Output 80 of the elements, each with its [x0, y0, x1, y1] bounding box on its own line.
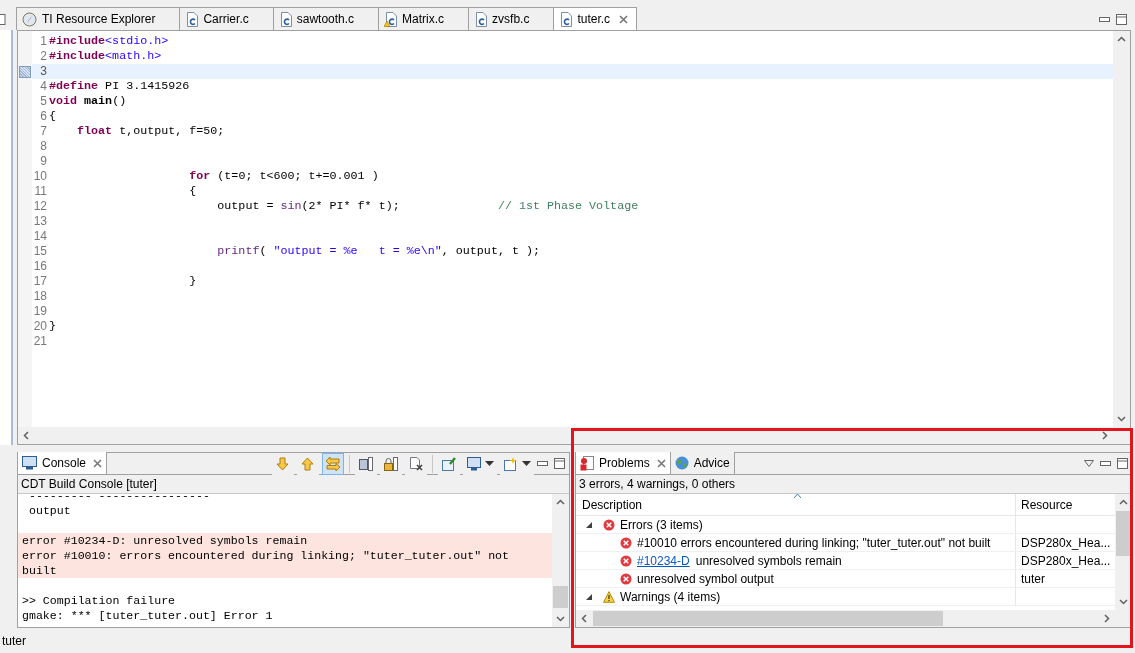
- maximize-icon[interactable]: [554, 458, 565, 469]
- up-arrow-icon: [300, 455, 316, 472]
- code-line: {: [49, 109, 56, 124]
- down-arrow-icon: [275, 455, 291, 472]
- minimize-icon[interactable]: [1100, 461, 1112, 466]
- swap-arrows-button[interactable]: [322, 452, 344, 475]
- c-file-icon: [559, 11, 573, 27]
- c-file-warning-icon: [384, 11, 398, 27]
- console-title: CDT Build Console [tuter]: [21, 476, 157, 493]
- editor-tab[interactable]: Carrier.c: [179, 7, 274, 30]
- error-icon: [620, 536, 632, 549]
- warning-icon: [603, 590, 615, 603]
- globe-icon: [674, 456, 689, 470]
- code-line: printf( "output = %e t = %e\n", output, t );: [216, 244, 540, 259]
- code-line: #include<math.h>: [49, 49, 162, 64]
- console-tab[interactable]: Console: [18, 452, 108, 474]
- code-line: for (t=0; t<600; t+=0.001 ): [188, 169, 379, 184]
- minimize-icon[interactable]: [537, 461, 548, 466]
- resource-cell-text: DSP280x_Hea...: [1021, 552, 1111, 570]
- caret-icon: [485, 461, 494, 466]
- console-line: gmake: *** [tuter_tuter.out] Error 1: [21, 608, 274, 623]
- new-console-icon: [503, 455, 519, 472]
- column-header[interactable]: Description: [576, 494, 1016, 515]
- close-icon[interactable]: [656, 458, 666, 468]
- c-file-icon: [278, 11, 292, 27]
- code-line: #define PI 3.1415926: [49, 79, 190, 94]
- error-icon: [620, 554, 632, 567]
- resource-cell-text: DSP280x_Hea...: [1021, 534, 1111, 552]
- minimize-icon[interactable]: [1099, 16, 1110, 22]
- panel-tab[interactable]: Problems: [576, 452, 671, 474]
- scrollbar-thumb[interactable]: [553, 586, 568, 608]
- lock-icon: [383, 455, 399, 472]
- group-label: Errors (3 items): [620, 516, 703, 534]
- swap-arrows-icon: [325, 455, 341, 472]
- close-icon[interactable]: [93, 458, 103, 468]
- code-line: void main(): [49, 94, 127, 109]
- code-line: output = sin(2* PI* f* t); // 1st Phase Voltage: [216, 199, 639, 214]
- monitor-icon: [22, 456, 37, 470]
- scrollbar-thumb[interactable]: [593, 611, 943, 626]
- expanded-arrow-icon[interactable]: [586, 521, 592, 528]
- c-file-icon: [474, 11, 488, 27]
- status-text: tuter: [2, 632, 26, 650]
- problem-description: #10234-D unresolved symbols remain: [637, 552, 842, 570]
- problems-summary: 3 errors, 4 warnings, 0 others: [579, 476, 736, 493]
- save-icon: [358, 455, 374, 472]
- resource-cell-text: tuter: [1021, 570, 1045, 588]
- console-line: output: [27, 503, 72, 518]
- error-icon: [603, 518, 615, 531]
- editor-tab[interactable]: Matrix.c: [378, 7, 470, 30]
- group-label: Warnings (4 items): [620, 588, 721, 606]
- maximize-icon[interactable]: [1117, 458, 1129, 469]
- problem-description: unresolved symbol output: [637, 570, 774, 588]
- editor-tab[interactable]: tuter.c: [553, 7, 638, 30]
- code-line: float t,output, f=50;: [76, 124, 225, 139]
- c-file-icon: [185, 11, 199, 27]
- column-header[interactable]: Resource: [1016, 494, 1116, 515]
- caret-icon: [522, 461, 531, 466]
- expanded-arrow-icon[interactable]: [586, 593, 592, 600]
- problem-link[interactable]: #10234-D: [637, 553, 690, 568]
- pin-icon: [441, 455, 457, 472]
- problem-description: #10010 errors encountered during linking; "tuter_tuter.out" not built: [637, 534, 991, 552]
- console-line: >> Compilation failure: [21, 593, 177, 608]
- problems-icon: [580, 455, 594, 471]
- code-line: }: [188, 274, 197, 289]
- editor-tab[interactable]: TI Resource Explorer: [16, 7, 181, 30]
- code-line: {: [188, 184, 197, 199]
- annotation-marker: [19, 65, 31, 78]
- maximize-icon[interactable]: [1116, 13, 1127, 25]
- editor-tab[interactable]: sawtooth.c: [272, 7, 380, 30]
- code-line: }: [49, 319, 56, 334]
- error-icon: [620, 572, 632, 585]
- view-menu-icon[interactable]: [1084, 460, 1095, 467]
- close-icon[interactable]: [619, 14, 629, 24]
- editor-tab[interactable]: zvsfb.c: [468, 7, 555, 30]
- restore-icon[interactable]: [0, 13, 6, 25]
- clear-icon: [408, 455, 424, 472]
- code-line: #include<stdio.h>: [49, 34, 169, 49]
- compass-icon: [22, 11, 37, 27]
- panel-tab[interactable]: Advice: [670, 452, 735, 474]
- monitor-icon: [466, 455, 482, 472]
